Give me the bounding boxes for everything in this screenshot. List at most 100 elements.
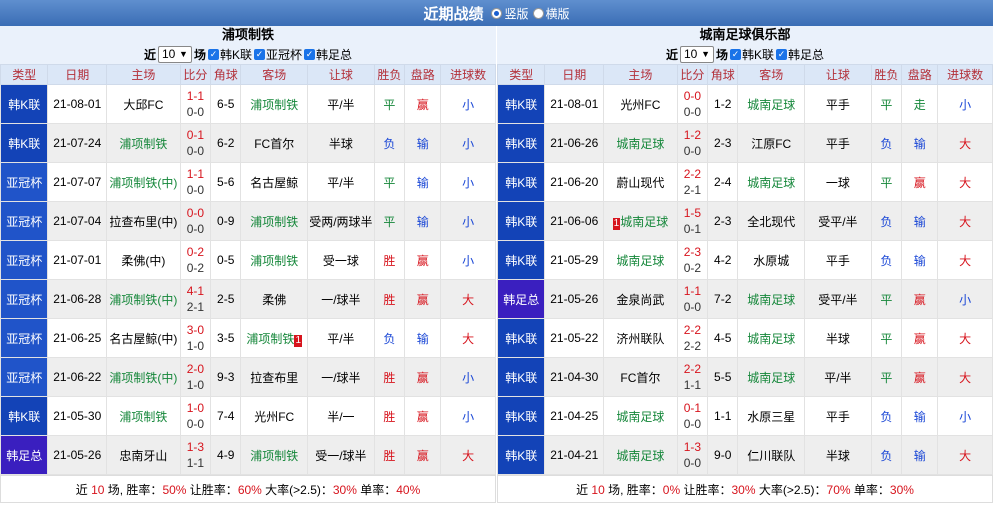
match-score[interactable]: 0-2 0-2 — [179, 240, 212, 280]
competition-type[interactable]: 韩K联 — [0, 396, 49, 436]
home-team[interactable]: 浦项制铁 — [106, 396, 181, 436]
home-team[interactable]: 拉查布里(中) — [106, 201, 181, 241]
competition-filter-option[interactable]: ✓ 韩足总 — [776, 46, 824, 63]
home-team[interactable]: 蔚山现代 — [603, 162, 678, 202]
home-team[interactable]: 浦项制铁(中) — [106, 162, 181, 202]
competition-type[interactable]: 亚冠杯 — [0, 201, 49, 241]
home-team[interactable]: 光州FC — [603, 84, 678, 124]
checkbox-checked-icon[interactable]: ✓ — [730, 48, 741, 60]
competition-type[interactable]: 韩K联 — [496, 357, 546, 397]
match-score[interactable]: 0-1 0-0 — [676, 396, 709, 436]
half-time-score: 2-1 — [683, 183, 702, 197]
competition-type[interactable]: 韩K联 — [496, 123, 546, 163]
competition-filter-option[interactable]: ✓ 亚冠杯 — [254, 46, 302, 63]
away-team[interactable]: 江原FC — [737, 123, 806, 163]
away-team[interactable]: 光州FC — [240, 396, 309, 436]
match-score[interactable]: 2-2 2-1 — [676, 162, 709, 202]
home-team[interactable]: 城南足球 — [603, 123, 678, 163]
home-team[interactable]: 柔佛(中) — [106, 240, 181, 280]
match-score[interactable]: 1-5 0-1 — [676, 201, 709, 241]
competition-type[interactable]: 韩足总 — [0, 435, 49, 475]
home-team[interactable]: 金泉尚武 — [603, 279, 678, 319]
home-team[interactable]: 城南足球 — [603, 240, 678, 280]
checkbox-checked-icon[interactable]: ✓ — [207, 48, 219, 60]
away-team[interactable]: 浦项制铁 — [240, 84, 309, 124]
match-score[interactable]: 0-0 0-0 — [676, 84, 709, 124]
home-team[interactable]: 大邱FC — [106, 84, 181, 124]
full-time-score: 0-0 — [683, 89, 702, 103]
competition-type[interactable]: 韩K联 — [0, 123, 49, 163]
competition-type[interactable]: 韩K联 — [496, 396, 546, 436]
table-header-row: 类型 日期 主场 比分 角球 客场 让球 胜负 盘路 进球数 — [0, 64, 496, 85]
match-score[interactable]: 2-2 1-1 — [676, 357, 709, 397]
checkbox-checked-icon[interactable]: ✓ — [254, 48, 265, 60]
away-team[interactable]: 浦项制铁 — [240, 240, 309, 280]
match-score[interactable]: 1-1 0-0 — [676, 279, 709, 319]
competition-type[interactable]: 韩K联 — [496, 240, 546, 280]
away-team[interactable]: 名古屋鲸 — [240, 162, 309, 202]
match-score[interactable]: 0-1 0-0 — [179, 123, 212, 163]
match-count-select[interactable]: 10 ▼ — [679, 45, 714, 63]
home-team[interactable]: 名古屋鲸(中) — [106, 318, 181, 358]
home-team[interactable]: 浦项制铁(中) — [106, 357, 181, 397]
match-score[interactable]: 2-3 0-2 — [676, 240, 709, 280]
match-score[interactable]: 1-1 0-0 — [179, 84, 212, 124]
away-team[interactable]: 浦项制铁 — [240, 201, 309, 241]
competition-type[interactable]: 亚冠杯 — [0, 162, 49, 202]
match-score[interactable]: 0-0 0-0 — [179, 201, 212, 241]
layout-option-vertical[interactable]: 竖版 — [491, 5, 529, 22]
away-team[interactable]: 浦项制铁 — [240, 435, 309, 475]
away-team[interactable]: 柔佛 — [240, 279, 309, 319]
away-team[interactable]: 全北现代 — [737, 201, 806, 241]
competition-type[interactable]: 韩足总 — [496, 279, 546, 319]
match-score[interactable]: 4-1 2-1 — [179, 279, 212, 319]
radio-selected-icon[interactable] — [491, 7, 503, 19]
competition-type[interactable]: 亚冠杯 — [0, 279, 49, 319]
away-team[interactable]: 拉查布里 — [240, 357, 309, 397]
home-team[interactable]: 城南足球 — [603, 396, 678, 436]
away-team[interactable]: 水原城 — [737, 240, 806, 280]
home-team[interactable]: FC首尔 — [603, 357, 678, 397]
away-team[interactable]: 城南足球 — [737, 162, 806, 202]
home-team[interactable]: 忠南牙山 — [106, 435, 181, 475]
match-score[interactable]: 1-2 0-0 — [676, 123, 709, 163]
away-team[interactable]: 城南足球 — [737, 84, 806, 124]
checkbox-checked-icon[interactable]: ✓ — [304, 48, 316, 60]
match-count-select[interactable]: 10 ▼ — [157, 45, 192, 63]
competition-type[interactable]: 亚冠杯 — [0, 318, 49, 358]
radio-unselected-icon[interactable] — [532, 7, 544, 19]
checkbox-checked-icon[interactable]: ✓ — [776, 48, 788, 60]
competition-type[interactable]: 韩K联 — [496, 201, 546, 241]
away-team[interactable]: 仁川联队 — [737, 435, 806, 475]
competition-type[interactable]: 韩K联 — [0, 84, 49, 124]
home-team[interactable]: 1城南足球 — [603, 201, 678, 241]
layout-option-horizontal[interactable]: 横版 — [532, 5, 570, 22]
competition-type[interactable]: 韩K联 — [496, 84, 546, 124]
competition-type[interactable]: 韩K联 — [496, 435, 546, 475]
match-score[interactable]: 1-3 1-1 — [179, 435, 212, 475]
home-team[interactable]: 浦项制铁 — [106, 123, 181, 163]
competition-type[interactable]: 亚冠杯 — [0, 357, 49, 397]
competition-filter-option[interactable]: ✓ 韩K联 — [207, 46, 252, 63]
competition-filter-option[interactable]: ✓ 韩足总 — [304, 46, 352, 63]
match-score[interactable]: 1-0 0-0 — [179, 396, 212, 436]
away-team[interactable]: FC首尔 — [240, 123, 309, 163]
away-team[interactable]: 城南足球 — [737, 279, 806, 319]
away-team[interactable]: 浦项制铁1 — [240, 318, 309, 358]
match-score[interactable]: 3-0 1-0 — [179, 318, 212, 358]
match-score[interactable]: 1-3 0-0 — [676, 435, 709, 475]
home-team[interactable]: 城南足球 — [603, 435, 678, 475]
away-team[interactable]: 水原三星 — [737, 396, 806, 436]
home-team[interactable]: 浦项制铁(中) — [106, 279, 181, 319]
match-score[interactable]: 2-2 2-2 — [676, 318, 709, 358]
match-score[interactable]: 2-0 1-0 — [179, 357, 212, 397]
corner-count: 4-5 — [707, 318, 739, 358]
competition-filter-option[interactable]: ✓ 韩K联 — [730, 46, 774, 63]
home-team[interactable]: 济州联队 — [603, 318, 678, 358]
competition-type[interactable]: 韩K联 — [496, 162, 546, 202]
competition-type[interactable]: 亚冠杯 — [0, 240, 49, 280]
away-team[interactable]: 城南足球 — [737, 318, 806, 358]
competition-type[interactable]: 韩K联 — [496, 318, 546, 358]
match-score[interactable]: 1-1 0-0 — [179, 162, 212, 202]
away-team[interactable]: 城南足球 — [737, 357, 806, 397]
